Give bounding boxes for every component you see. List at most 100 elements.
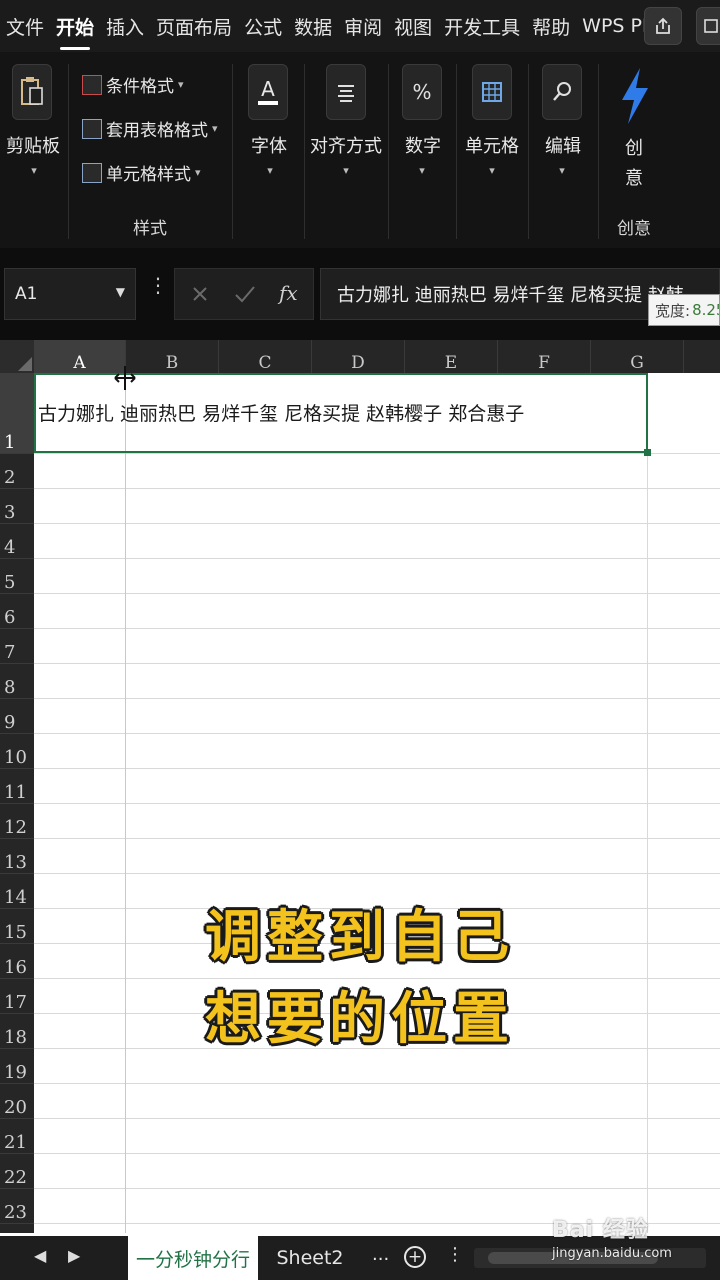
chevron-down-icon[interactable]: ▾ [336,164,356,177]
fill-handle[interactable] [644,449,651,456]
column-header-c[interactable]: C [219,340,312,373]
row-line [34,523,720,524]
row-line [34,453,720,454]
column-header-f[interactable]: F [498,340,591,373]
row-header[interactable]: 11 [0,769,34,804]
add-sheet-button[interactable]: + [404,1246,426,1268]
creative-caption: 创意 [617,219,651,239]
font-color-icon: A [258,77,278,105]
column-header-b[interactable]: B [126,340,219,373]
font-button[interactable]: A [248,64,288,120]
tab-sheet2[interactable]: Sheet2 [262,1236,358,1280]
tab-prev-icon[interactable]: ◀ [34,1246,46,1265]
fx-icon[interactable]: fx [279,281,298,305]
row-line [34,488,720,489]
svg-text:A: A [261,77,275,101]
name-box-value: A1 [15,284,38,304]
ribbon-divider [528,64,529,239]
tab-more-button[interactable]: ... [372,1244,389,1265]
edit-button[interactable] [542,64,582,120]
chevron-down-icon[interactable]: ▾ [412,164,432,177]
row-header[interactable]: 7 [0,629,34,664]
row-header[interactable]: 2 [0,454,34,489]
conditional-format-label: 条件格式 [106,77,174,97]
row-header[interactable]: 1 [0,373,34,454]
row-header[interactable]: 3 [0,489,34,524]
table-format-button[interactable]: 套用表格格式 ▾ [82,116,218,141]
column-width-tooltip: 宽度:8.25 [648,294,720,326]
row-line [34,838,720,839]
menu-home[interactable]: 开始 [50,0,100,52]
chevron-down-icon[interactable]: ▾ [24,164,44,177]
chevron-down-icon[interactable]: ▾ [260,164,280,177]
conditional-format-icon [82,74,102,95]
column-header-d[interactable]: D [312,340,405,373]
menu-formulas[interactable]: 公式 [238,0,288,52]
width-tip-label: 宽度: [655,301,691,320]
row-line [34,628,720,629]
creative-button[interactable] [614,66,654,126]
row-header[interactable]: 22 [0,1154,34,1189]
confirm-icon[interactable] [233,283,257,305]
lightning-icon [622,68,648,124]
row-header[interactable]: 20 [0,1084,34,1119]
row-header[interactable]: 4 [0,524,34,559]
caption-line-1: 调整到自己 [205,905,515,970]
search-icon [553,82,571,101]
row-line [34,558,720,559]
align-button[interactable] [326,64,366,120]
column-header-bar: A B C D E F G [0,340,720,373]
name-box[interactable]: A1 ▼ [4,268,136,320]
chevron-down-icon: ▾ [178,78,184,91]
ribbon-divider [598,64,599,239]
ribbon-divider [304,64,305,239]
chevron-down-icon: ▾ [195,166,201,179]
number-button[interactable]: % [402,64,442,120]
cancel-icon[interactable] [189,283,211,305]
svg-text:%: % [412,80,431,104]
cell-grid[interactable]: 古力娜扎 迪丽热巴 易烊千玺 尼格买提 赵韩樱子 郑合惠子 [34,373,720,1233]
row-line [34,768,720,769]
cells-button[interactable] [472,64,512,120]
row-header[interactable]: 12 [0,804,34,839]
row-header[interactable]: 9 [0,699,34,734]
edit-label: 编辑 [545,136,581,157]
menu-page-layout[interactable]: 页面布局 [150,0,238,52]
menu-data[interactable]: 数据 [288,0,338,52]
menu-file[interactable]: 文件 [0,0,50,52]
formula-bar: A1 ▼ ⋮ fx 古力娜扎 迪丽热巴 易烊千玺 尼格买提 赵韩 [0,248,720,340]
row-header[interactable]: 10 [0,734,34,769]
row-header[interactable]: 5 [0,559,34,594]
menu-insert[interactable]: 插入 [100,0,150,52]
menu-developer[interactable]: 开发工具 [438,0,526,52]
table-format-label: 套用表格格式 [106,121,208,141]
paste-icon [21,77,43,105]
menu-view[interactable]: 视图 [388,0,438,52]
menu-help[interactable]: 帮助 [526,0,576,52]
row-header[interactable]: 6 [0,594,34,629]
align-label: 对齐方式 [310,136,382,157]
column-header-h[interactable] [684,340,720,373]
tab-menu-icon[interactable]: ⋮ [446,1244,464,1265]
share-button[interactable] [644,7,682,45]
menu-review[interactable]: 审阅 [338,0,388,52]
chevron-down-icon[interactable]: ▾ [552,164,572,177]
ribbon-divider [456,64,457,239]
column-header-g[interactable]: G [591,340,684,373]
tab-next-icon[interactable]: ▶ [68,1246,80,1265]
overflow-button[interactable] [696,7,720,45]
row-header[interactable]: 21 [0,1119,34,1154]
clipboard-button[interactable] [12,64,52,120]
row-header[interactable]: 13 [0,839,34,874]
column-header-e[interactable]: E [405,340,498,373]
chevron-down-icon[interactable]: ▾ [482,164,502,177]
more-options-icon[interactable]: ⋮ [148,275,168,295]
conditional-format-button[interactable]: 条件格式 ▾ [82,72,184,97]
cells-icon [482,82,502,102]
select-all-corner[interactable] [0,340,34,373]
row-header[interactable]: 23 [0,1189,34,1224]
cell-style-button[interactable]: 单元格样式 ▾ [82,160,201,185]
tab-sheet-active[interactable]: 一分秒钟分行 [128,1236,258,1280]
row-header[interactable]: 8 [0,664,34,699]
share-icon [656,17,670,34]
